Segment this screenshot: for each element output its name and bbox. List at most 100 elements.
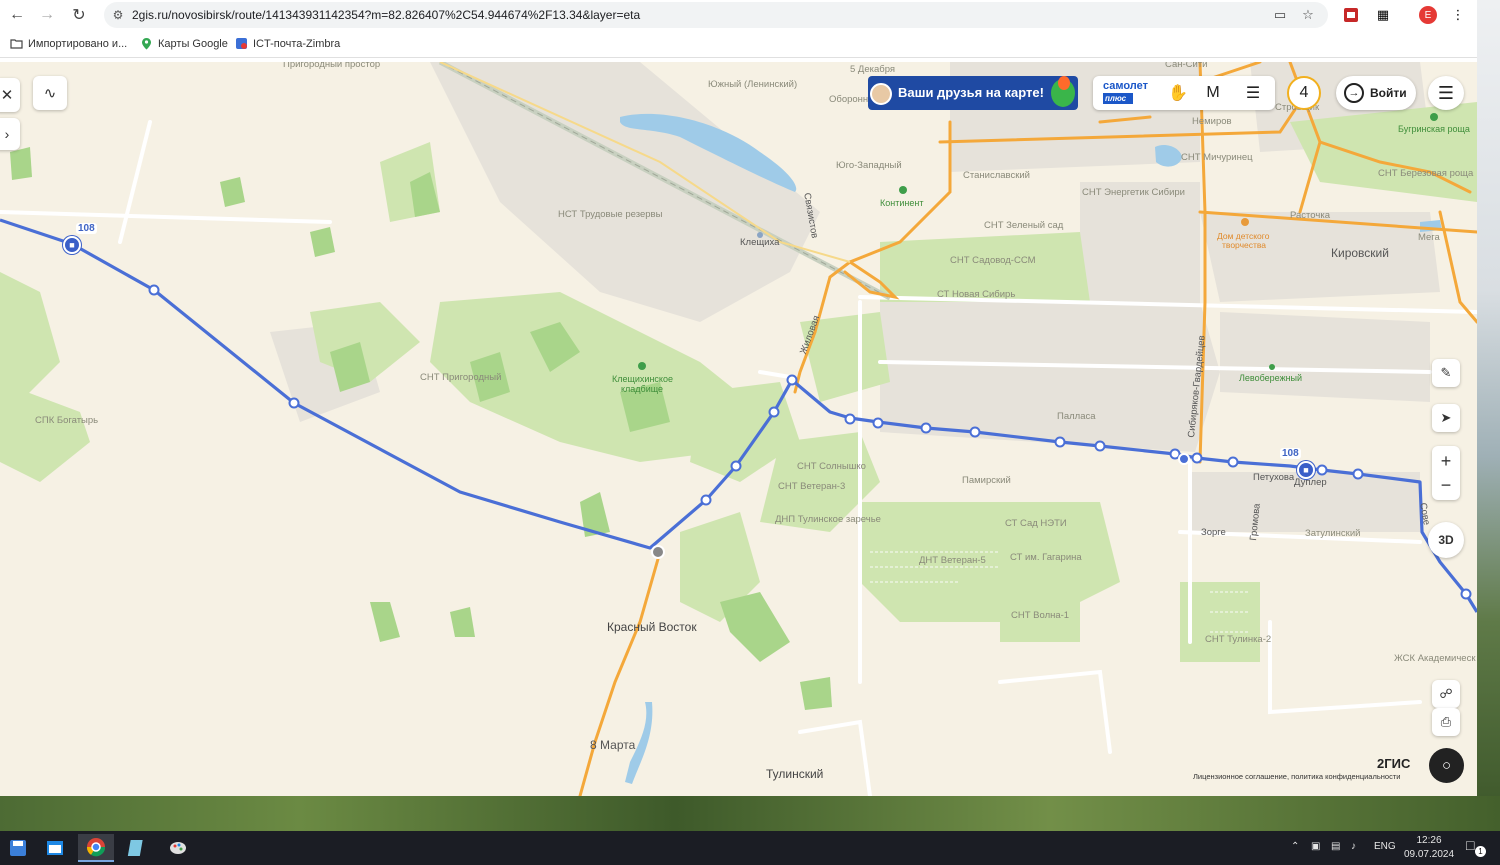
zoom-out-button[interactable]: − — [1441, 473, 1452, 497]
license-link[interactable]: Лицензионное соглашение, политика конфид… — [1193, 772, 1400, 781]
show-hidden-icons-button[interactable]: ⌃ — [1291, 841, 1299, 852]
chevron-right-icon: › — [4, 126, 10, 142]
promo-decoration-icon — [1058, 76, 1070, 90]
map-label: СТ Сад НЭТИ — [1005, 518, 1067, 529]
metro-button[interactable]: М — [1203, 83, 1223, 103]
map-label: Юго-Западный — [836, 160, 902, 171]
notification-count: 1 — [1475, 846, 1486, 857]
share-button[interactable]: ☍ — [1432, 680, 1460, 708]
map-label: Клещихинское — [612, 374, 673, 384]
taskbar-paint-app[interactable] — [160, 834, 196, 862]
map-label: Континент — [880, 198, 924, 208]
map-label: Затулинский — [1305, 528, 1361, 539]
site-settings-icon[interactable]: ⚙ — [110, 7, 126, 23]
bookmarks-bar: Импортировано и... Карты Google ICT-почт… — [0, 32, 1477, 58]
map-label: Южный (Ленинский) — [708, 79, 798, 90]
friends-promo-banner[interactable]: Ваши друзья на карте! — [868, 76, 1078, 110]
volume-icon[interactable]: ♪ — [1351, 841, 1356, 852]
map-label: СТ Новая Сибирь — [937, 289, 1016, 300]
clock-time: 12:26 — [1416, 835, 1442, 846]
usb-icon[interactable]: ▣ — [1311, 841, 1320, 852]
bus-stop-marker[interactable]: ■ — [63, 236, 81, 254]
taskbar-chrome-app[interactable] — [78, 834, 114, 862]
map-label: Петухова — [1253, 472, 1295, 483]
bookmark-label: Импортировано и... — [28, 37, 128, 50]
desktop-wallpaper-bottom — [0, 796, 1500, 831]
chrome-icon — [86, 838, 106, 857]
address-bar[interactable]: ⚙ 2gis.ru/novosibirsk/route/141343931142… — [104, 2, 1328, 28]
login-label: Войти — [1370, 86, 1407, 100]
map-label: Тулинский — [766, 767, 824, 781]
map-label: Кировский — [1331, 246, 1389, 260]
map-label: Левобережный — [1239, 373, 1303, 383]
map-label: Оборонн — [829, 94, 869, 105]
ruler-icon: ✎ — [1440, 365, 1452, 380]
chat-bubble-icon: ○ — [1441, 757, 1452, 774]
taskbar-calendar-app[interactable] — [37, 834, 73, 862]
bus-stop-marker[interactable]: ■ — [1297, 461, 1315, 479]
pdf-extension-icon[interactable] — [1340, 4, 1362, 26]
browser-menu-icon[interactable]: ⋮ — [1447, 4, 1469, 26]
bookmark-imported[interactable]: Импортировано и... — [10, 37, 127, 50]
map-label: СНТ Тулинка-2 — [1205, 634, 1272, 645]
map-canvas[interactable]: Пригородный простор 5 Декабря Южный (Лен… — [0, 62, 1477, 796]
map-label: СПК Богатырь — [35, 415, 99, 426]
browser-toolbar: ← → ↻ ⚙ 2gis.ru/novosibirsk/route/141343… — [0, 0, 1477, 30]
calendar-icon — [47, 841, 63, 855]
reload-icon: ↻ — [72, 7, 86, 24]
notifications-button[interactable]: □ 1 — [1466, 837, 1486, 857]
install-app-icon[interactable]: ▭ — [1272, 7, 1288, 23]
map-label: СНТ Энергетик Сибири — [1082, 187, 1185, 198]
route-mode-button[interactable]: ∿ — [33, 76, 67, 110]
map-label: Палласа — [1057, 411, 1096, 422]
route-number-label[interactable]: 108 — [76, 223, 97, 234]
hand-icon: ✋ — [1168, 85, 1188, 102]
samolet-plus-button[interactable]: самолет плюс — [1103, 81, 1148, 104]
language-indicator[interactable]: ENG — [1374, 841, 1396, 852]
locate-me-button[interactable]: ➤ — [1432, 404, 1460, 432]
map-label: ДНП Тулинское заречье — [775, 514, 881, 525]
palette-icon — [170, 842, 186, 854]
map-label: СНТ Мичуринец — [1181, 152, 1253, 163]
toggle-3d-button[interactable]: 3D — [1428, 522, 1464, 558]
login-button[interactable]: → Войти — [1336, 76, 1416, 110]
back-button[interactable]: ← — [4, 3, 30, 27]
map-label: Немиров — [1192, 116, 1232, 127]
bus-icon: ■ — [1303, 465, 1309, 475]
promo-text: Ваши друзья на карте! — [898, 85, 1044, 100]
expand-panel-button[interactable]: › — [0, 118, 20, 150]
forward-button[interactable]: → — [34, 3, 60, 27]
network-icon[interactable]: ▤ — [1331, 841, 1340, 852]
layers-icon: ☰ — [1245, 85, 1261, 102]
print-button[interactable]: ⎙ — [1432, 708, 1460, 736]
reload-button[interactable]: ↻ — [66, 3, 92, 27]
route-icon: ∿ — [43, 85, 57, 102]
friends-count-badge[interactable]: 4 — [1287, 76, 1321, 110]
notification-icon: □ — [1466, 837, 1475, 853]
taskbar-save-app[interactable] — [0, 834, 36, 862]
ruler-button[interactable]: ✎ — [1432, 359, 1460, 387]
zoom-control: + − — [1432, 446, 1460, 500]
bookmark-google-maps[interactable]: Карты Google — [140, 37, 228, 50]
system-clock[interactable]: 12:26 09.07.2024 — [1400, 834, 1458, 862]
close-panel-button[interactable]: ✕ — [0, 78, 20, 112]
map-label: ДНТ Ветеран-5 — [919, 555, 986, 566]
metro-icon: М — [1206, 84, 1220, 101]
map-label: кладбище — [621, 384, 664, 394]
extensions-puzzle-icon[interactable]: ▦ — [1372, 4, 1394, 26]
main-menu-button[interactable]: ☰ — [1428, 76, 1464, 110]
hamburger-icon: ☰ — [1437, 82, 1455, 103]
profile-avatar[interactable]: E — [1417, 4, 1439, 26]
map-label: 5 Декабря — [850, 64, 896, 75]
taskbar-notes-app[interactable] — [119, 834, 155, 862]
bookmark-zimbra[interactable]: ICT-почта-Zimbra — [235, 37, 340, 50]
layers-button[interactable]: ☰ — [1243, 83, 1263, 103]
chat-button[interactable]: ○ — [1429, 748, 1464, 783]
zoom-in-button[interactable]: + — [1441, 449, 1452, 473]
bookmark-star-icon[interactable]: ☆ — [1300, 7, 1316, 23]
bus-icon: ■ — [69, 240, 75, 250]
map-label: СНТ Садовод-ССМ — [950, 255, 1036, 266]
route-number-label[interactable]: 108 — [1280, 448, 1301, 459]
tourism-button[interactable]: ✋ — [1168, 83, 1188, 103]
map-label: ЖСК Академическ — [1394, 653, 1476, 664]
